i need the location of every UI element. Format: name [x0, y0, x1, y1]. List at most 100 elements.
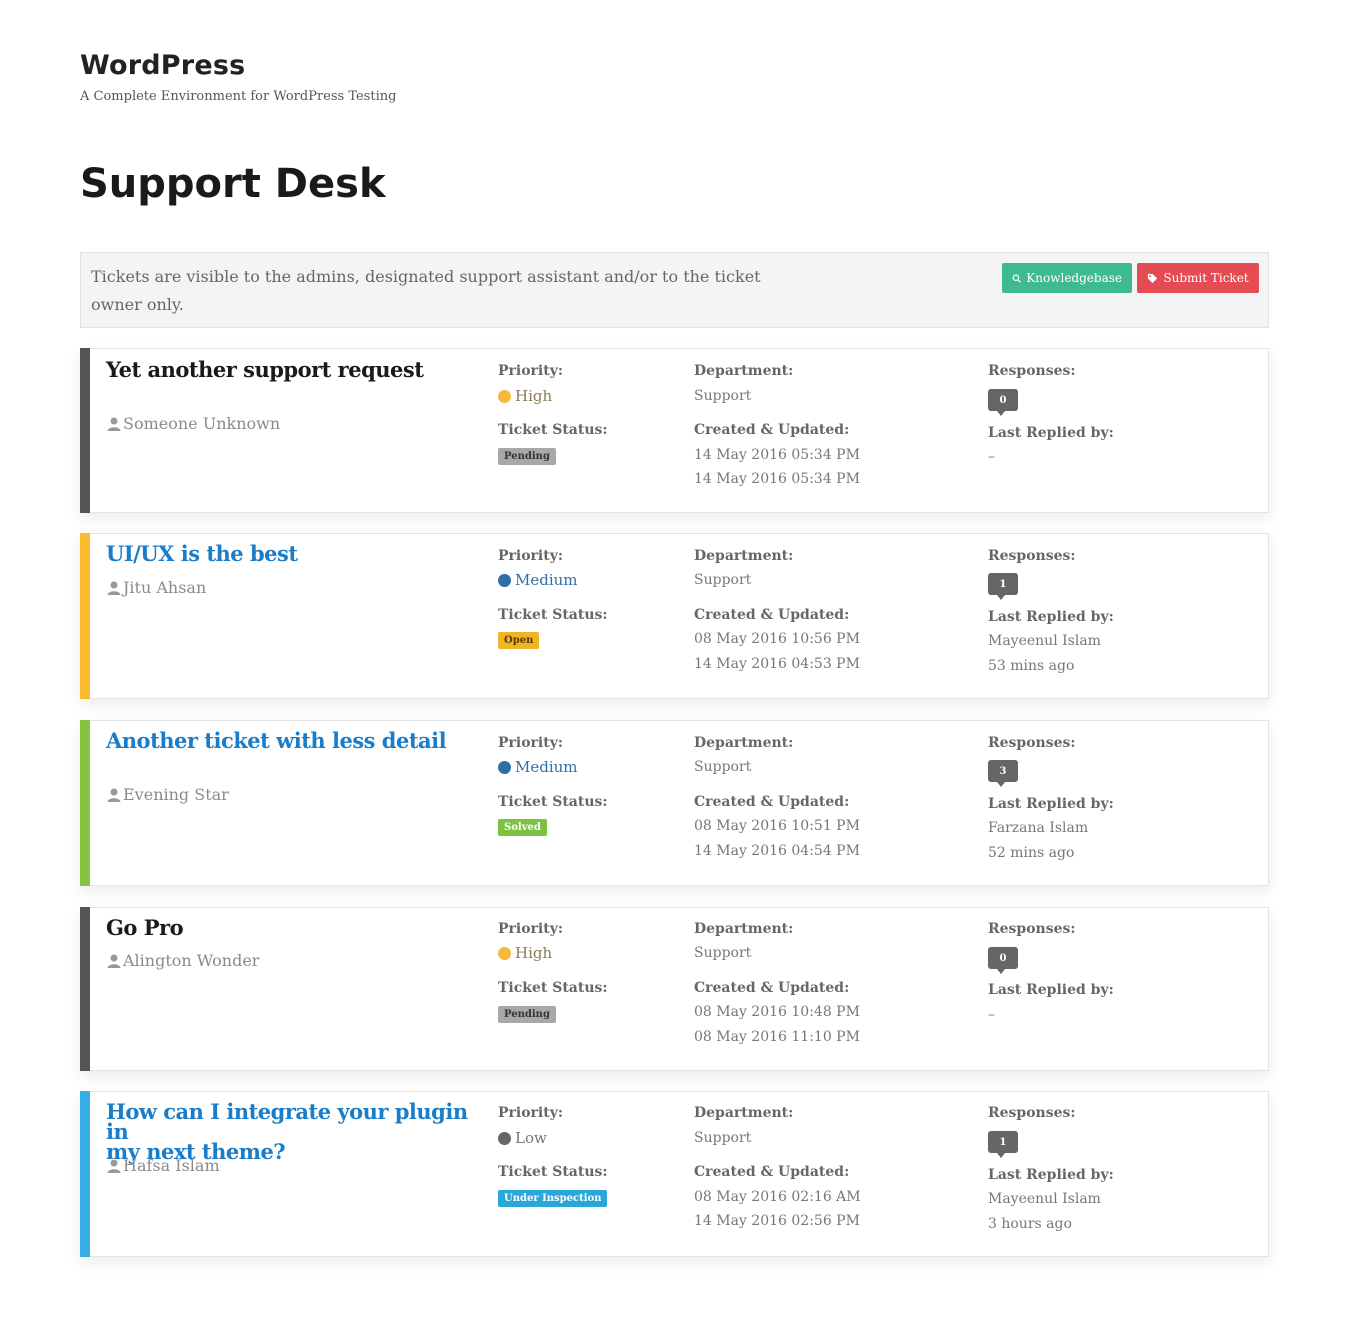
priority-text: High	[515, 944, 553, 962]
visibility-notice: Tickets are visible to the admins, desig…	[80, 252, 1269, 328]
responses-label: Responses:	[988, 1105, 1076, 1121]
book-icon	[1012, 273, 1021, 283]
user-icon	[107, 788, 121, 802]
priority-text: Medium	[515, 571, 578, 589]
status-badge: Open	[498, 632, 540, 649]
department-label: Department:	[694, 1105, 794, 1121]
knowledgebase-label: Knowledgebase	[1026, 271, 1122, 285]
site-header: WordPress A Complete Environment for Wor…	[80, 50, 396, 104]
priority-label: Priority:	[498, 363, 564, 379]
responses-label: Responses:	[988, 735, 1076, 751]
created-updated-label: Created & Updated:	[694, 794, 850, 810]
department-value: Support	[694, 572, 752, 588]
ticket-title[interactable]: Another ticket with less detail	[106, 730, 476, 751]
ticket-title[interactable]: How can I integrate your plugin in my ne…	[106, 1101, 476, 1162]
user-icon	[107, 954, 121, 968]
last-replied-by: –	[988, 1007, 995, 1023]
priority-value: High	[498, 944, 552, 962]
updated-date: 14 May 2016 02:56 PM	[694, 1213, 860, 1229]
ticket-status-bar	[80, 907, 90, 1071]
notice-text: Tickets are visible to the admins, desig…	[91, 267, 761, 314]
tag-icon	[1148, 273, 1158, 283]
ticket-status-label: Ticket Status:	[498, 1164, 608, 1180]
responses-count: 1	[988, 573, 1018, 600]
responses-count: 1	[988, 1131, 1018, 1158]
user-icon	[107, 417, 121, 431]
status-badge: Pending	[498, 448, 556, 465]
department-label: Department:	[694, 363, 794, 379]
ticket-card: Another ticket with less detail Evening …	[80, 720, 1269, 886]
priority-dot	[498, 760, 511, 774]
submit-ticket-button[interactable]: Submit Ticket	[1137, 263, 1259, 293]
responses-label: Responses:	[988, 921, 1076, 937]
ticket-author: Hafsa Islam	[106, 1156, 220, 1175]
ticket-status-bar	[80, 533, 90, 699]
last-replied-by: Mayeenul Islam	[988, 633, 1101, 649]
updated-date: 14 May 2016 04:54 PM	[694, 843, 860, 859]
created-date: 08 May 2016 10:56 PM	[694, 631, 860, 647]
ticket-title[interactable]: Go Pro	[106, 917, 476, 938]
status-badge: Pending	[498, 1006, 556, 1023]
last-replied-label: Last Replied by:	[988, 425, 1114, 441]
ticket-status-bar	[80, 1091, 90, 1257]
priority-dot	[498, 1131, 511, 1145]
created-updated-label: Created & Updated:	[694, 1164, 850, 1180]
department-value: Support	[694, 388, 752, 404]
ticket-author: Jitu Ahsan	[106, 578, 206, 597]
ticket-author: Evening Star	[106, 785, 229, 804]
priority-value: Medium	[498, 758, 578, 776]
last-replied-by: –	[988, 449, 995, 465]
last-replied-label: Last Replied by:	[988, 982, 1114, 998]
site-tagline: A Complete Environment for WordPress Tes…	[80, 89, 397, 104]
status-badge: Under Inspection	[498, 1190, 608, 1207]
ticket-status-bar	[80, 720, 90, 886]
ticket-author-name: Someone Unknown	[123, 414, 281, 433]
last-replied-ago: 3 hours ago	[988, 1216, 1072, 1232]
priority-dot	[498, 389, 511, 403]
responses-count: 3	[988, 760, 1018, 787]
ticket-status-label: Ticket Status:	[498, 980, 608, 996]
responses-count: 0	[988, 947, 1018, 974]
last-replied-label: Last Replied by:	[988, 796, 1114, 812]
updated-date: 14 May 2016 05:34 PM	[694, 471, 860, 487]
ticket-status-label: Ticket Status:	[498, 607, 608, 623]
priority-text: High	[515, 387, 553, 405]
department-value: Support	[694, 759, 752, 775]
created-date: 08 May 2016 10:48 PM	[694, 1004, 860, 1020]
priority-text: Medium	[515, 758, 578, 776]
last-replied-label: Last Replied by:	[988, 1167, 1114, 1183]
priority-label: Priority:	[498, 1105, 564, 1121]
ticket-card: Yet another support request Someone Unkn…	[80, 348, 1269, 513]
last-replied-ago: 53 mins ago	[988, 658, 1075, 674]
last-replied-by: Mayeenul Islam	[988, 1191, 1101, 1207]
last-replied-by: Farzana Islam	[988, 820, 1089, 836]
priority-dot	[498, 573, 511, 587]
last-replied-ago: 52 mins ago	[988, 845, 1075, 861]
page-title: Support Desk	[80, 161, 386, 207]
last-replied-label: Last Replied by:	[988, 609, 1114, 625]
priority-value: Medium	[498, 571, 578, 589]
ticket-author-name: Alington Wonder	[123, 951, 260, 970]
ticket-title[interactable]: Yet another support request	[106, 359, 476, 380]
knowledgebase-button[interactable]: Knowledgebase	[1002, 263, 1132, 293]
ticket-author-name: Hafsa Islam	[123, 1156, 220, 1175]
priority-label: Priority:	[498, 735, 564, 751]
responses-label: Responses:	[988, 548, 1076, 564]
responses-label: Responses:	[988, 363, 1076, 379]
ticket-title[interactable]: UI/UX is the best	[106, 543, 476, 564]
priority-value: High	[498, 387, 552, 405]
ticket-author-name: Evening Star	[123, 785, 229, 804]
user-icon	[107, 581, 121, 595]
ticket-card: How can I integrate your plugin in my ne…	[80, 1091, 1269, 1257]
ticket-author: Alington Wonder	[106, 951, 259, 970]
responses-count: 0	[988, 389, 1018, 416]
ticket-status-label: Ticket Status:	[498, 794, 608, 810]
ticket-status-label: Ticket Status:	[498, 422, 608, 438]
ticket-author-name: Jitu Ahsan	[123, 578, 207, 597]
priority-value: Low	[498, 1129, 547, 1147]
department-label: Department:	[694, 548, 794, 564]
priority-label: Priority:	[498, 921, 564, 937]
department-label: Department:	[694, 735, 794, 751]
site-title[interactable]: WordPress	[80, 50, 396, 81]
user-icon	[107, 1159, 121, 1173]
